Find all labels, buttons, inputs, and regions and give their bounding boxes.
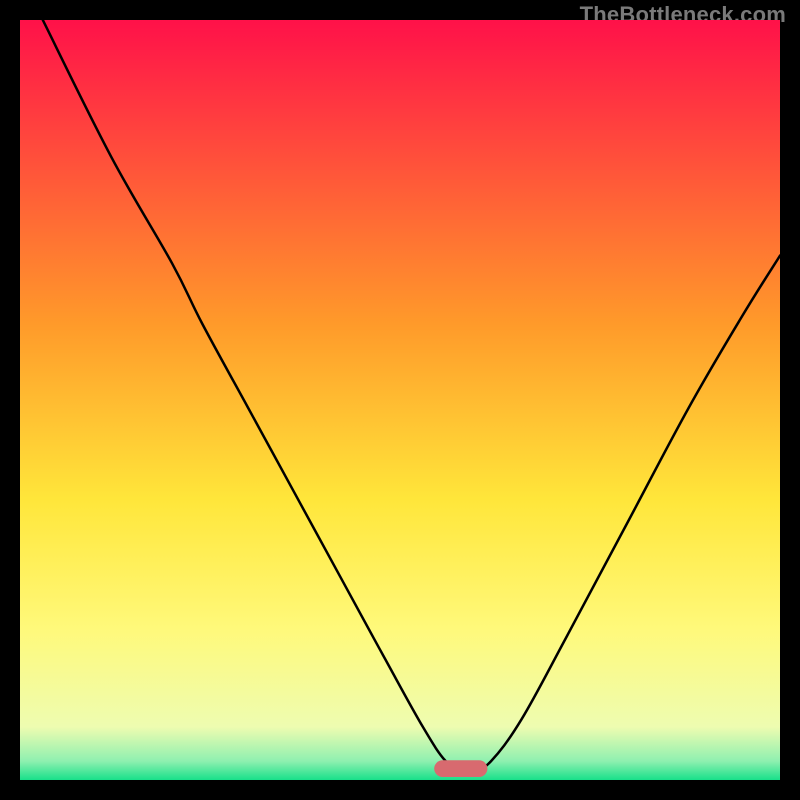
optimal-marker [434, 760, 487, 777]
chart-frame: TheBottleneck.com [0, 0, 800, 800]
plot-area [20, 20, 780, 780]
chart-svg [20, 20, 780, 780]
chart-background [20, 20, 780, 780]
